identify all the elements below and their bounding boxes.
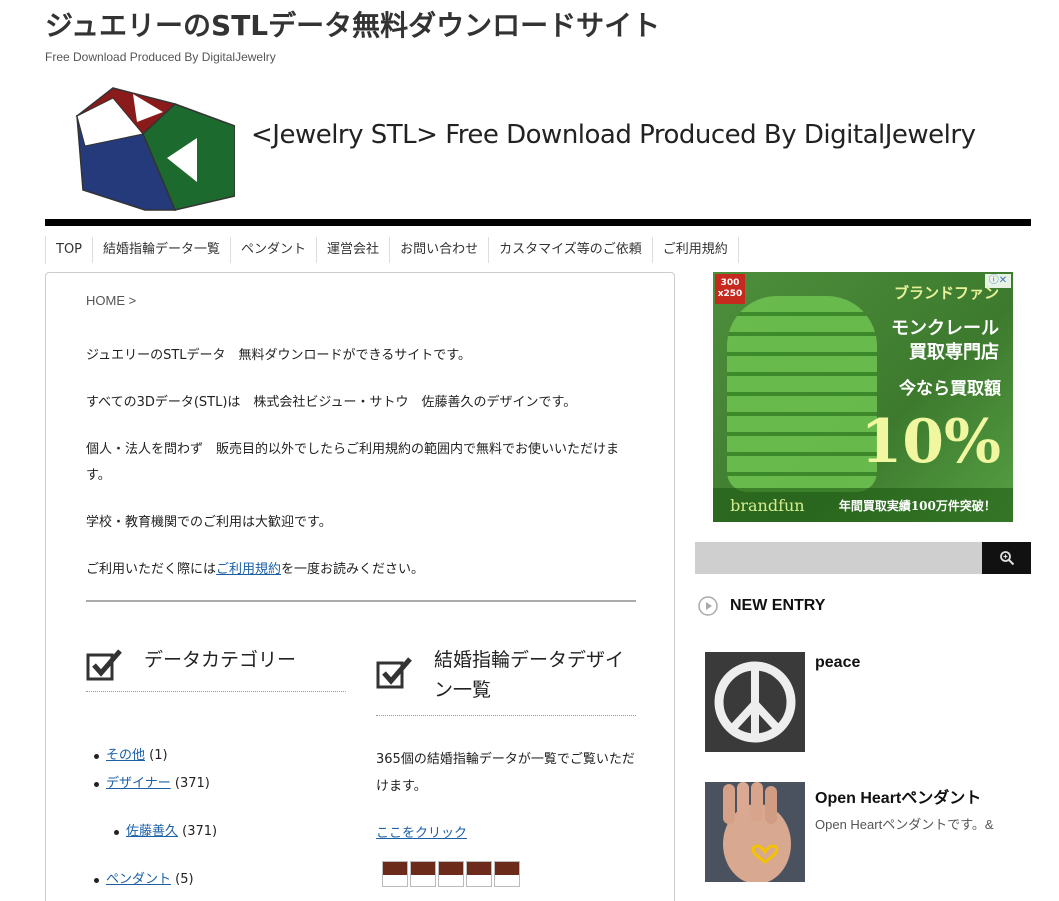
ad-footer: brandfun 年間買取実績100万件突破！ <box>713 488 1013 522</box>
site-title[interactable]: ジュエリーのSTLデータ無料ダウンロードサイト <box>45 4 660 44</box>
header-banner[interactable]: <Jewelry STL> Free Download Produced By … <box>45 86 1031 218</box>
click-here-link[interactable]: ここをクリック <box>376 822 636 841</box>
intro-paragraph: ジュエリーのSTLデータ 無料ダウンロードができるサイトです。 <box>86 348 471 363</box>
intro-paragraph: 個人・法人を問わず 販売目的以外でしたらご利用規約の範囲内で無料でお使いいただけ… <box>86 442 620 483</box>
search-button[interactable] <box>982 542 1031 574</box>
banner-text: <Jewelry STL> Free Download Produced By … <box>251 120 976 150</box>
ad-headline: 今なら買取額 <box>899 379 1001 399</box>
entry-title[interactable]: peace <box>815 654 860 672</box>
category-link[interactable]: デザイナー <box>106 776 171 791</box>
list-item: 佐藤善久 (371) <box>106 818 346 846</box>
nav-item-terms[interactable]: ご利用規約 <box>653 237 739 263</box>
breadcrumb[interactable]: HOME > <box>86 293 136 308</box>
search-input[interactable] <box>695 542 982 574</box>
ring-thumbnail-strip[interactable] <box>382 861 636 887</box>
intro-paragraph: ご利用いただく際にはご利用規約を一度お読みください。 <box>86 557 636 583</box>
peace-thumbnail <box>705 652 805 752</box>
play-circle-icon <box>698 596 718 616</box>
search-icon <box>999 551 1014 566</box>
main-content: HOME > ジュエリーのSTLデータ 無料ダウンロードができるサイトです。 す… <box>45 272 675 901</box>
category-count: (371) <box>182 824 218 839</box>
ad-brand: ブランドファン <box>893 284 999 302</box>
category-section: データカテゴリー その他 (1) デザイナー (371) 佐藤善久 (371) … <box>86 645 346 894</box>
new-entry-item[interactable]: peace <box>705 652 860 752</box>
category-link[interactable]: その他 <box>106 748 145 763</box>
checkbox-check-icon <box>376 657 412 689</box>
header-rule <box>45 219 1031 226</box>
nav-item-contact[interactable]: お問い合わせ <box>390 237 490 263</box>
site-tagline: Free Download Produced By DigitalJewelry <box>45 50 276 64</box>
entry-title[interactable]: Open Heartペンダント <box>815 784 994 808</box>
terms-link[interactable]: ご利用規約 <box>216 562 281 577</box>
nav-item-custom-request[interactable]: カスタマイズ等のご依頼 <box>489 237 653 263</box>
content-divider <box>86 600 636 602</box>
new-entry-heading: NEW ENTRY <box>698 596 825 616</box>
ad-headline: 買取専門店 <box>909 342 999 363</box>
ad-headline: モンクレール <box>891 318 999 339</box>
intro-text-before: ご利用いただく際には <box>86 562 217 577</box>
list-item: ペンダント (5) <box>86 866 346 894</box>
ring-design-title: 結婚指輪データデザイン一覧 <box>434 649 625 701</box>
ring-thumbnail[interactable] <box>410 861 436 887</box>
nav-item-top[interactable]: TOP <box>46 237 94 263</box>
advertisement-banner[interactable]: 300 x250 ⓘ✕ ブランドファン モンクレール 買取専門店 今なら買取額 … <box>713 272 1013 522</box>
ad-footer-brand: brandfun <box>730 495 805 515</box>
list-item: その他 (1) <box>86 742 346 770</box>
ring-design-description: 365個の結婚指輪データが一覧でご覧いただけます。 <box>376 752 635 794</box>
category-title: データカテゴリー <box>144 649 297 671</box>
nav-item-ring-list[interactable]: 結婚指輪データ一覧 <box>93 237 232 263</box>
intro-paragraph: すべての3Dデータ(STL)は 株式会社ビジュー・サトウ 佐藤善久のデザインです… <box>86 395 577 410</box>
new-entry-item[interactable]: Open Heartペンダント Open Heartペンダントです。& <box>705 782 994 882</box>
ring-thumbnail[interactable] <box>494 861 520 887</box>
new-entry-title: NEW ENTRY <box>730 597 826 614</box>
category-count: (1) <box>149 748 168 763</box>
category-link[interactable]: 佐藤善久 <box>126 824 178 839</box>
ad-percentage: 10% <box>860 407 1001 477</box>
category-count: (5) <box>175 872 194 887</box>
ring-thumbnail[interactable] <box>466 861 492 887</box>
category-link[interactable]: ペンダント <box>106 872 171 887</box>
ring-design-heading: 結婚指輪データデザイン一覧 <box>376 645 636 716</box>
category-count: (371) <box>174 776 210 791</box>
intro-text-after: を一度お読みください。 <box>281 562 425 577</box>
nav-item-company[interactable]: 運営会社 <box>317 237 391 263</box>
nav-item-pendant[interactable]: ペンダント <box>231 237 318 263</box>
category-heading: データカテゴリー <box>86 645 346 692</box>
global-nav: TOP 結婚指輪データ一覧 ペンダント 運営会社 お問い合わせ カスタマイズ等の… <box>45 236 739 264</box>
ring-thumbnail[interactable] <box>438 861 464 887</box>
entry-excerpt: Open Heartペンダントです。& <box>815 817 994 832</box>
intro-text: ジュエリーのSTLデータ 無料ダウンロードができるサイトです。 すべての3Dデー… <box>86 343 636 604</box>
list-item: デザイナー (371) <box>86 770 346 798</box>
heart-pendant-thumbnail <box>705 782 805 882</box>
ring-thumbnail[interactable] <box>382 861 408 887</box>
ad-jacket-image <box>727 296 877 492</box>
intro-paragraph: 学校・教育機関でのご利用は大歓迎です。 <box>86 515 332 530</box>
entry-text: peace <box>815 652 860 752</box>
entry-text: Open Heartペンダント Open Heartペンダントです。& <box>815 782 994 882</box>
ad-size-badge: 300 x250 <box>715 274 745 304</box>
checkbox-check-icon <box>86 649 122 681</box>
ad-footer-text: 年間買取実績100万件突破！ <box>838 498 996 513</box>
category-list: その他 (1) デザイナー (371) 佐藤善久 (371) ペンダント (5) <box>86 742 346 894</box>
site-logo <box>75 87 235 211</box>
ring-design-section: 結婚指輪データデザイン一覧 365個の結婚指輪データが一覧でご覧いただけます。 … <box>376 645 636 887</box>
